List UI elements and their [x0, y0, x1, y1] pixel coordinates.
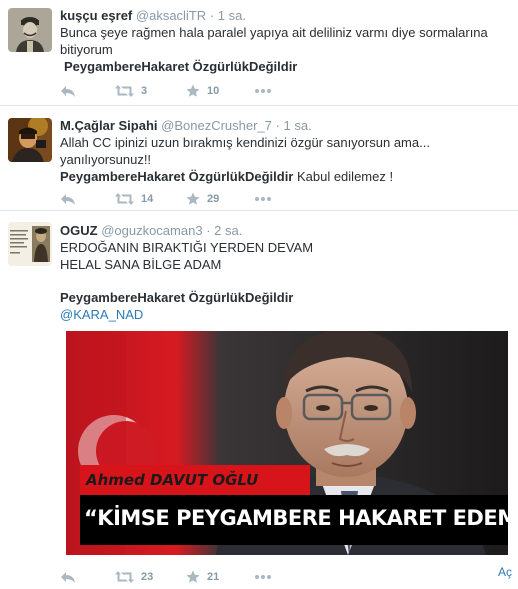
tweet-text-line: yanılıyorsunuz!!: [60, 152, 152, 167]
more-button[interactable]: [254, 88, 272, 94]
tweet-text: ERDOĞANIN BIRAKTIĞI YERDEN DEVAM HELAL S…: [60, 239, 510, 323]
tweet-text-suffix: Kabul edilemez !: [293, 169, 394, 184]
more-dots-icon: [255, 89, 271, 93]
avatar-image: [8, 118, 52, 162]
retweet-button[interactable]: 14: [115, 193, 186, 205]
reply-icon: [61, 194, 75, 205]
tweet-media-image[interactable]: Ahmed DAVUT OĞLU “KİMSE PEYGAMBERE HAKAR…: [66, 331, 508, 555]
favorite-star-icon: [186, 84, 200, 97]
media-name-caption: Ahmed DAVUT OĞLU: [86, 471, 259, 489]
tweet-header: kuşçu eşref @aksacliTR · 1 sa.: [60, 7, 510, 24]
mention-link[interactable]: @KARA_NAD: [60, 307, 143, 322]
timestamp[interactable]: 1 sa.: [218, 8, 246, 23]
media-quote-caption: “KİMSE PEYGAMBERE HAKARET EDEMEZ”: [84, 506, 508, 530]
avatar[interactable]: [8, 118, 52, 162]
retweet-button[interactable]: 3: [115, 85, 186, 97]
tweet-actions: 3 10: [60, 82, 272, 100]
user-name[interactable]: OGUZ: [60, 223, 98, 238]
user-name[interactable]: M.Çağlar Sipahi: [60, 118, 158, 133]
more-button[interactable]: [254, 196, 272, 202]
favorite-button[interactable]: 21: [186, 570, 254, 584]
avatar-image: [8, 8, 52, 52]
more-button[interactable]: [254, 574, 272, 580]
separator-dot: ·: [206, 223, 211, 238]
tweet-header: OGUZ @oguzkocaman3 · 2 sa.: [60, 222, 510, 239]
reply-icon: [61, 572, 75, 583]
hashtag-link[interactable]: PeygambereHakaret ÖzgürlükDeğildir: [60, 290, 293, 305]
tweet-header: M.Çağlar Sipahi @BonezCrusher_7 · 1 sa.: [60, 117, 510, 134]
retweet-button[interactable]: 23: [115, 571, 186, 583]
favorite-count: 10: [207, 85, 220, 97]
avatar-image: [8, 222, 52, 266]
avatar[interactable]: [8, 8, 52, 52]
retweet-count: 14: [141, 193, 154, 205]
timestamp[interactable]: 2 sa.: [214, 223, 242, 238]
more-dots-icon: [255, 575, 271, 579]
tweet-text: Bunca şeye rağmen hala paralel yapıya ai…: [60, 24, 510, 75]
user-name[interactable]: kuşçu eşref: [60, 8, 132, 23]
tweet-actions: 23 21: [60, 568, 272, 586]
timestamp[interactable]: 1 sa.: [284, 118, 312, 133]
tweet-2[interactable]: M.Çağlar Sipahi @BonezCrusher_7 · 1 sa. …: [0, 106, 518, 211]
tweet-text-line: Bunca şeye rağmen hala paralel yapıya ai…: [60, 25, 488, 40]
retweet-count: 23: [141, 571, 154, 583]
avatar[interactable]: [8, 222, 52, 266]
tweet-1[interactable]: kuşçu eşref @aksacliTR · 1 sa. Bunca şey…: [0, 0, 518, 106]
retweet-icon: [115, 85, 134, 97]
user-handle[interactable]: @aksacliTR: [136, 8, 206, 23]
hashtag-link[interactable]: PeygambereHakaret ÖzgürlükDeğildir: [60, 169, 293, 184]
favorite-button[interactable]: 10: [186, 84, 254, 98]
reply-button[interactable]: [60, 192, 115, 206]
separator-dot: ·: [209, 8, 215, 23]
favorite-star-icon: [186, 192, 200, 205]
tweet-text: Allah CC ipinizi uzun bırakmış kendinizi…: [60, 134, 510, 185]
reply-button[interactable]: [60, 570, 115, 584]
tweet-actions: 14 29: [60, 190, 272, 208]
separator-dot: ·: [275, 118, 280, 133]
retweet-icon: [115, 193, 134, 205]
favorite-button[interactable]: 29: [186, 192, 254, 206]
open-link[interactable]: Aç: [498, 565, 512, 579]
favorite-star-icon: [186, 570, 200, 583]
tweet-text-line: HELAL SANA BİLGE ADAM: [60, 257, 222, 272]
tweet-text-line: bitiyorum: [60, 42, 113, 57]
retweet-count: 3: [141, 85, 148, 97]
favorite-count: 21: [207, 571, 220, 583]
favorite-count: 29: [207, 193, 220, 205]
hashtag-link[interactable]: PeygambereHakaret ÖzgürlükDeğildir: [64, 59, 297, 74]
reply-icon: [61, 86, 75, 97]
tweet-text-line: Allah CC ipinizi uzun bırakmış kendinizi…: [60, 135, 430, 150]
retweet-icon: [115, 571, 134, 583]
tweet-text-line: ERDOĞANIN BIRAKTIĞI YERDEN DEVAM: [60, 240, 314, 255]
user-handle[interactable]: @oguzkocaman3: [101, 223, 202, 238]
reply-button[interactable]: [60, 84, 115, 98]
user-handle[interactable]: @BonezCrusher_7: [161, 118, 272, 133]
more-dots-icon: [255, 197, 271, 201]
